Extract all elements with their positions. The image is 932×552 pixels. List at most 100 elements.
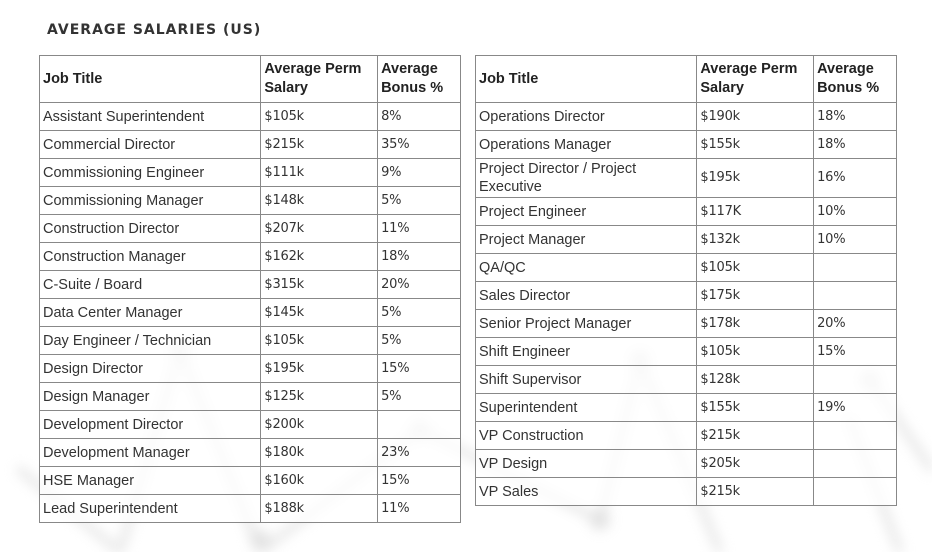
salary-cell: $160k — [260, 466, 379, 495]
column-header-salary: Average Perm Salary — [260, 55, 379, 103]
bonus-cell — [377, 410, 461, 439]
column-header-salary: Average Perm Salary — [696, 55, 815, 103]
page-title: AVERAGE SALARIES (US) — [47, 22, 262, 38]
bonus-cell: 15% — [377, 354, 461, 383]
table-row: Sales Director $175k — [474, 281, 897, 310]
salary-table-right: Job Title Average Perm Salary Average Bo… — [474, 55, 897, 506]
job-title-cell: Development Director — [38, 410, 262, 439]
table-row: Commercial Director $215k 35% — [38, 130, 461, 159]
salary-cell: $105k — [260, 102, 379, 131]
salary-cell: $205k — [696, 449, 815, 478]
job-title-cell: Commissioning Manager — [38, 186, 262, 215]
bonus-cell: 18% — [377, 242, 461, 271]
salary-table-right-body: Operations Director $190k 18% Operations Ma… — [474, 102, 897, 506]
bonus-cell: 5% — [377, 382, 461, 411]
salary-cell: $155k — [696, 130, 815, 159]
salary-cell: $128k — [696, 365, 815, 394]
job-title-cell: Data Center Manager — [38, 298, 262, 327]
job-title-cell: QA/QC — [474, 253, 698, 282]
salary-cell: $125k — [260, 382, 379, 411]
bonus-cell: 10% — [813, 225, 897, 254]
job-title-cell: VP Construction — [474, 421, 698, 450]
job-title-cell: Superintendent — [474, 393, 698, 422]
table-row: Development Manager $180k 23% — [38, 438, 461, 467]
job-title-cell: Project Director / Project Executive — [474, 158, 698, 198]
salary-cell: $105k — [696, 337, 815, 366]
column-header-bonus: Average Bonus % — [377, 55, 461, 103]
salary-cell: $190k — [696, 102, 815, 131]
bonus-cell — [813, 477, 897, 506]
salary-cell: $162k — [260, 242, 379, 271]
salary-table-left: Job Title Average Perm Salary Average Bo… — [38, 55, 461, 523]
salary-cell: $215k — [696, 421, 815, 450]
table-row: VP Sales $215k — [474, 477, 897, 506]
bonus-cell: 20% — [377, 270, 461, 299]
job-title-cell: Operations Manager — [474, 130, 698, 159]
salary-cell: $200k — [260, 410, 379, 439]
table-row: Project Director / Project Executive $195… — [474, 158, 897, 198]
bonus-cell: 18% — [813, 130, 897, 159]
bonus-cell: 15% — [377, 466, 461, 495]
job-title-cell: Senior Project Manager — [474, 309, 698, 338]
salary-cell: $145k — [260, 298, 379, 327]
salary-cell: $105k — [260, 326, 379, 355]
job-title-cell: Shift Engineer — [474, 337, 698, 366]
bonus-cell — [813, 365, 897, 394]
table-row: Commissioning Engineer $111k 9% — [38, 158, 461, 187]
salary-cell: $175k — [696, 281, 815, 310]
table-row: Day Engineer / Technician $105k 5% — [38, 326, 461, 355]
bonus-cell: 5% — [377, 298, 461, 327]
bonus-cell: 11% — [377, 214, 461, 243]
table-row: Operations Manager $155k 18% — [474, 130, 897, 159]
table-row: Operations Director $190k 18% — [474, 102, 897, 131]
table-row: Superintendent $155k 19% — [474, 393, 897, 422]
column-header-job-title: Job Title — [38, 55, 262, 103]
job-title-cell: Development Manager — [38, 438, 262, 467]
table-row: Design Director $195k 15% — [38, 354, 461, 383]
salary-cell: $105k — [696, 253, 815, 282]
salary-cell: $195k — [696, 158, 815, 198]
table-row: Development Director $200k — [38, 410, 461, 439]
salary-table-left-body: Assistant Superintendent $105k 8% Commercia… — [38, 102, 461, 523]
bonus-cell — [813, 281, 897, 310]
bonus-cell — [813, 449, 897, 478]
job-title-cell: Day Engineer / Technician — [38, 326, 262, 355]
table-row: Construction Director $207k 11% — [38, 214, 461, 243]
salary-cell: $180k — [260, 438, 379, 467]
salary-cell: $215k — [260, 130, 379, 159]
job-title-cell: Design Director — [38, 354, 262, 383]
bonus-cell: 19% — [813, 393, 897, 422]
table-header-row: Job Title Average Perm Salary Average Bo… — [38, 55, 461, 103]
table-header-row: Job Title Average Perm Salary Average Bo… — [474, 55, 897, 103]
bonus-cell: 15% — [813, 337, 897, 366]
bonus-cell: 11% — [377, 494, 461, 523]
salary-cell: $132k — [696, 225, 815, 254]
bonus-cell: 20% — [813, 309, 897, 338]
bonus-cell: 35% — [377, 130, 461, 159]
salary-cell: $315k — [260, 270, 379, 299]
job-title-cell: Design Manager — [38, 382, 262, 411]
table-row: Project Manager $132k 10% — [474, 225, 897, 254]
job-title-cell: Shift Supervisor — [474, 365, 698, 394]
job-title-cell: Project Manager — [474, 225, 698, 254]
bonus-cell: 9% — [377, 158, 461, 187]
table-row: HSE Manager $160k 15% — [38, 466, 461, 495]
bonus-cell — [813, 253, 897, 282]
job-title-cell: Commercial Director — [38, 130, 262, 159]
table-row: Construction Manager $162k 18% — [38, 242, 461, 271]
table-row: Project Engineer $117K 10% — [474, 197, 897, 226]
job-title-cell: Construction Manager — [38, 242, 262, 271]
salary-cell: $207k — [260, 214, 379, 243]
job-title-cell: VP Sales — [474, 477, 698, 506]
bonus-cell: 5% — [377, 326, 461, 355]
column-header-bonus: Average Bonus % — [813, 55, 897, 103]
bonus-cell: 8% — [377, 102, 461, 131]
table-row: Shift Supervisor $128k — [474, 365, 897, 394]
bonus-cell: 18% — [813, 102, 897, 131]
table-row: QA/QC $105k — [474, 253, 897, 282]
job-title-cell: HSE Manager — [38, 466, 262, 495]
job-title-cell: Commissioning Engineer — [38, 158, 262, 187]
salary-cell: $195k — [260, 354, 379, 383]
salary-cell: $215k — [696, 477, 815, 506]
table-row: C-Suite / Board $315k 20% — [38, 270, 461, 299]
